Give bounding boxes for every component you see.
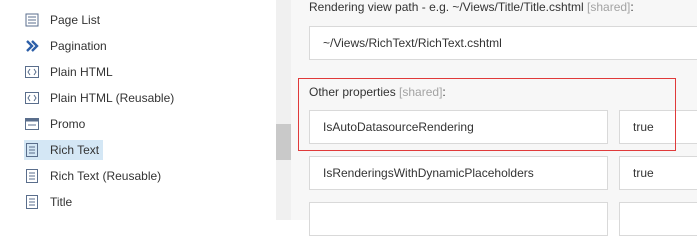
double-chevron-right-icon <box>24 38 40 54</box>
tree-item-label: Plain HTML <box>50 65 113 79</box>
shared-tag: [shared] <box>587 0 631 14</box>
shared-tag: [shared] <box>399 85 443 99</box>
tree-item-pagination[interactable]: Pagination <box>24 36 111 56</box>
property-key-input[interactable] <box>309 202 608 236</box>
property-key-input[interactable]: IsRenderingsWithDynamicPlaceholders <box>309 156 608 190</box>
document-text-icon <box>24 168 40 184</box>
property-value-input[interactable]: true <box>619 110 697 144</box>
tree-scrollbar[interactable] <box>276 0 291 220</box>
tree-item-title[interactable]: Title <box>24 192 76 212</box>
tree-item-label: Pagination <box>50 39 107 53</box>
document-text-icon <box>24 194 40 210</box>
html-code-icon <box>24 90 40 106</box>
tree-item-plain-html[interactable]: Plain HTML <box>24 62 117 82</box>
rendering-tree: Page List Pagination Plain HTML Plain HT… <box>0 0 276 220</box>
list-icon <box>24 12 40 28</box>
html-code-icon <box>24 64 40 80</box>
tree-item-label: Rich Text <box>50 143 100 157</box>
tree-item-rich-text[interactable]: Rich Text <box>24 140 104 160</box>
tree-scrollbar-thumb[interactable] <box>276 124 291 160</box>
tree-item-label: Plain HTML (Reusable) <box>50 91 175 105</box>
rendering-view-path-input[interactable]: ~/Views/RichText/RichText.cshtml <box>309 26 697 60</box>
property-value-input[interactable]: true <box>619 156 697 190</box>
property-key-input[interactable]: IsAutoDatasourceRendering <box>309 110 608 144</box>
tree-item-plain-html-reusable[interactable]: Plain HTML (Reusable) <box>24 88 178 108</box>
other-properties-label: Other properties [shared]: <box>309 85 446 99</box>
tree-item-rich-text-reusable[interactable]: Rich Text (Reusable) <box>24 166 165 186</box>
promo-window-icon <box>24 116 40 132</box>
tree-item-label: Promo <box>50 117 86 131</box>
tree-item-label: Title <box>50 195 73 209</box>
tree-item-label: Page List <box>50 13 101 27</box>
tree-item-label: Rich Text (Reusable) <box>50 169 162 183</box>
rendering-view-path-label: Rendering view path - e.g. ~/Views/Title… <box>309 0 634 14</box>
property-value-input[interactable] <box>619 202 697 236</box>
tree-item-promo[interactable]: Promo <box>24 114 89 134</box>
document-text-icon <box>24 142 40 158</box>
tree-item-page-list[interactable]: Page List <box>24 10 104 30</box>
